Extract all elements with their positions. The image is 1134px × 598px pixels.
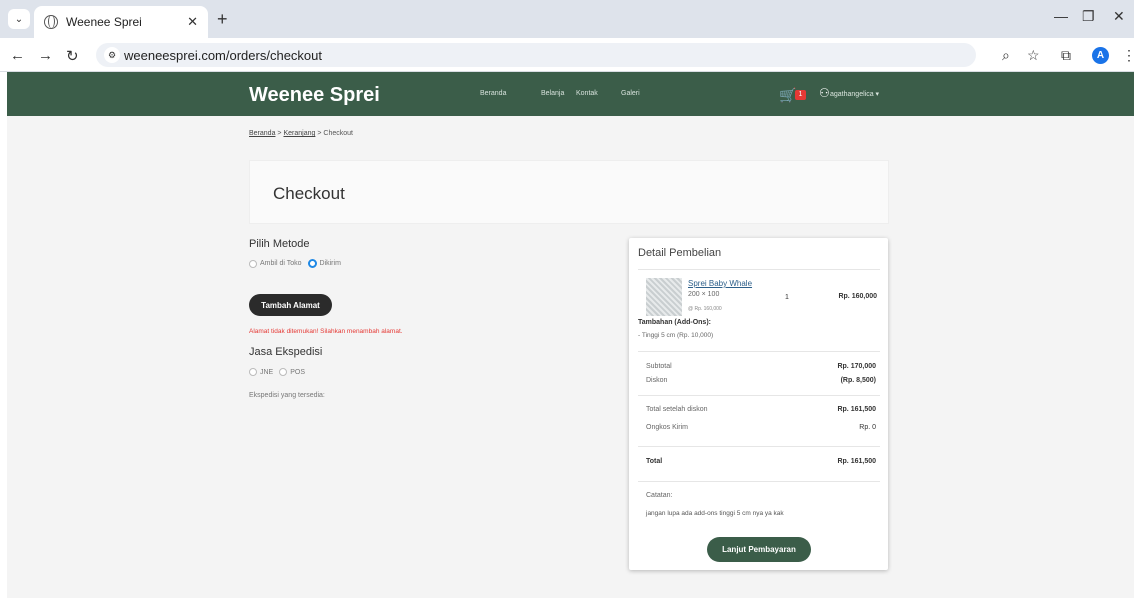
nav-galeri[interactable]: Galeri xyxy=(621,90,640,97)
breadcrumb-current: Checkout xyxy=(323,130,353,137)
browser-tab-bar: ⌄ Weenee Sprei ✕ + — ❐ ✕ xyxy=(0,0,1134,38)
divider xyxy=(638,446,880,447)
window-close-icon[interactable]: ✕ xyxy=(1113,8,1125,25)
continue-payment-button[interactable]: Lanjut Pembayaran xyxy=(707,537,811,562)
tab-search-button[interactable]: ⌄ xyxy=(8,9,30,29)
breadcrumb-separator: > xyxy=(317,130,322,137)
add-address-button[interactable]: Tambah Alamat xyxy=(249,294,332,316)
nav-belanja[interactable]: Belanja xyxy=(541,90,564,97)
product-image xyxy=(646,278,682,316)
total-label: Total xyxy=(646,458,663,465)
addons-title: Tambahan (Add-Ons): xyxy=(638,319,711,326)
radio-pos[interactable] xyxy=(279,368,288,376)
minimize-icon[interactable]: — xyxy=(1054,8,1068,24)
divider xyxy=(638,351,880,352)
after-discount-label: Total setelah diskon xyxy=(646,406,708,413)
order-summary-title: Detail Pembelian xyxy=(638,247,722,259)
note-label: Catatan: xyxy=(646,492,673,499)
forward-icon[interactable]: → xyxy=(38,47,53,64)
radio-label-pos[interactable]: POS xyxy=(290,369,305,376)
browser-tab[interactable]: Weenee Sprei ✕ xyxy=(34,6,208,38)
product-unit-price: @ Rp. 160,000 xyxy=(688,306,722,312)
shipping-cost-label: Ongkos Kirim xyxy=(646,424,689,431)
subtotal-value: Rp. 170,000 xyxy=(837,363,876,370)
radio-label-ambil[interactable]: Ambil di Toko xyxy=(260,260,302,267)
discount-value: (Rp. 8,500) xyxy=(840,377,876,384)
addon-item: - Tinggi 5 cm (Rp. 10,000) xyxy=(638,332,714,339)
new-tab-button[interactable]: + xyxy=(217,9,228,30)
site-header xyxy=(7,72,1134,116)
product-size: 200 × 100 xyxy=(688,291,720,298)
shipping-options: JNE POS xyxy=(249,368,311,376)
profile-avatar[interactable]: A xyxy=(1092,47,1109,64)
divider xyxy=(638,481,880,482)
breadcrumb-separator: > xyxy=(277,130,282,137)
site-settings-icon[interactable]: ⚙ xyxy=(104,47,120,63)
available-shipping-label: Ekspedisi yang tersedia: xyxy=(249,392,325,399)
radio-dikirim[interactable] xyxy=(307,259,317,268)
menu-dots-icon[interactable]: ⋮ xyxy=(1122,47,1134,64)
globe-icon xyxy=(44,15,58,29)
reload-icon[interactable]: ↻ xyxy=(66,47,79,65)
user-icon[interactable]: ⚇ xyxy=(819,86,830,100)
shipping-title: Jasa Ekspedisi xyxy=(249,346,323,358)
shipping-cost-value: Rp. 0 xyxy=(859,424,876,431)
subtotal-label: Subtotal xyxy=(646,363,672,370)
page-title: Checkout xyxy=(273,184,345,203)
divider xyxy=(638,395,880,396)
restore-icon[interactable]: ❐ xyxy=(1082,8,1095,25)
bookmark-star-icon[interactable]: ☆ xyxy=(1027,47,1040,64)
discount-label: Diskon xyxy=(646,377,668,384)
brand-logo[interactable]: Weenee Sprei xyxy=(249,84,380,107)
cart-count-badge: 1 xyxy=(795,90,806,100)
breadcrumb-cart[interactable]: Keranjang xyxy=(283,130,315,137)
radio-jne[interactable] xyxy=(249,368,257,376)
zoom-icon[interactable]: ⌕ xyxy=(1002,47,1010,64)
username: agathangelica xyxy=(830,91,874,98)
cart-icon[interactable]: 🛒 xyxy=(779,87,796,104)
user-menu[interactable]: agathangelica ▾ xyxy=(830,90,879,98)
radio-label-jne[interactable]: JNE xyxy=(260,369,273,376)
product-price: Rp. 160,000 xyxy=(838,293,877,300)
page-title-box xyxy=(249,160,889,224)
method-options: Ambil di Toko Dikirim xyxy=(249,259,347,268)
nav-beranda[interactable]: Beranda xyxy=(480,90,506,97)
radio-label-dikirim[interactable]: Dikirim xyxy=(320,260,341,267)
tab-title: Weenee Sprei xyxy=(66,15,142,29)
product-quantity: 1 xyxy=(785,294,789,301)
address-error-message: Alamat tidak ditemukan! Silahkan menamba… xyxy=(249,328,403,335)
address-bar: ← → ↻ ⚙ weeneesprei.com/orders/checkout … xyxy=(0,38,1134,72)
url-text[interactable]: weeneesprei.com/orders/checkout xyxy=(124,48,322,63)
after-discount-value: Rp. 161,500 xyxy=(837,406,876,413)
radio-ambil-di-toko[interactable] xyxy=(249,259,257,268)
note-text: jangan lupa ada add-ons tinggi 5 cm nya … xyxy=(646,510,784,517)
breadcrumb-home[interactable]: Beranda xyxy=(249,130,275,137)
extensions-icon[interactable]: ⧉ xyxy=(1061,47,1071,64)
breadcrumb: Beranda > Keranjang > Checkout xyxy=(249,130,353,137)
method-title: Pilih Metode xyxy=(249,238,310,250)
divider xyxy=(638,269,880,270)
product-name-link[interactable]: Sprei Baby Whale xyxy=(688,279,752,288)
back-icon[interactable]: ← xyxy=(10,47,25,64)
close-tab-icon[interactable]: ✕ xyxy=(187,14,198,30)
nav-kontak[interactable]: Kontak xyxy=(576,90,598,97)
total-value: Rp. 161,500 xyxy=(837,458,876,465)
